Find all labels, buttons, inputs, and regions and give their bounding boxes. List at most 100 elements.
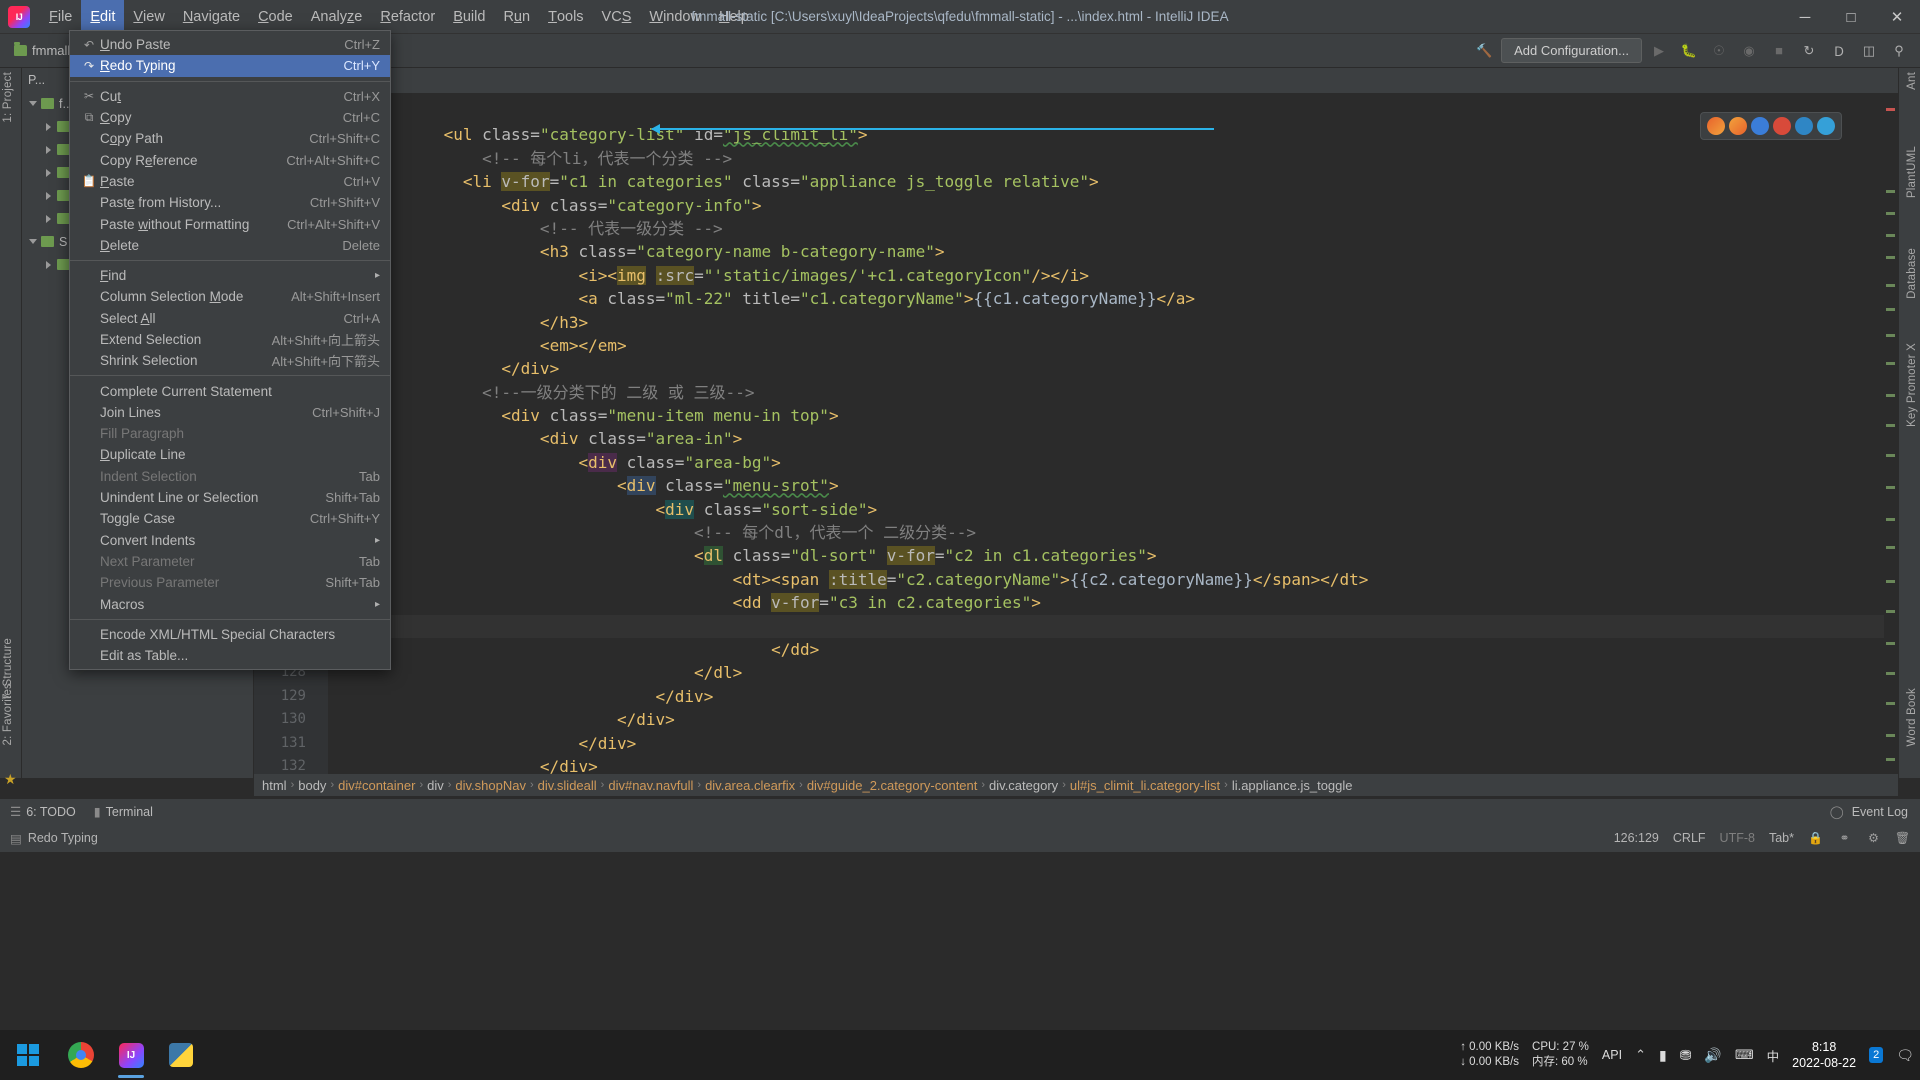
code-line[interactable]: <dd v-for="c3 in c2.categories"> <box>328 591 1884 614</box>
menu-item-find[interactable]: Find ▸ <box>70 265 390 286</box>
close-button[interactable]: ✕ <box>1874 0 1920 34</box>
breadcrumb-item[interactable]: div#container <box>338 778 415 793</box>
layout-icon[interactable]: ◫ <box>1856 38 1882 64</box>
menu-item-paste[interactable]: 📋 Paste Ctrl+V <box>70 171 390 192</box>
code-line[interactable]: </div> <box>328 708 1884 731</box>
inspection-widget-row[interactable] <box>1700 112 1842 140</box>
menu-window[interactable]: Window <box>640 4 710 30</box>
code-line[interactable]: <a class="ml-22" title="c1.categoryName"… <box>328 287 1884 310</box>
menu-item-toggle-case[interactable]: Toggle Case Ctrl+Shift+Y <box>70 508 390 529</box>
menu-item-paste-from-history[interactable]: Paste from History... Ctrl+Shift+V <box>70 192 390 213</box>
code-line[interactable]: <!-- 每个li，代表一个分类 --> <box>328 147 1884 170</box>
menu-item-paste-without-formatting[interactable]: Paste without Formatting Ctrl+Alt+Shift+V <box>70 213 390 234</box>
code-line[interactable]: <h3 class="category-name b-category-name… <box>328 240 1884 263</box>
breadcrumb-item[interactable]: div#guide_2.category-content <box>807 778 978 793</box>
menu-item-cut[interactable]: ✂ Cut Ctrl+X <box>70 86 390 107</box>
firefox-browser-icon[interactable] <box>1729 117 1747 135</box>
network-speed-widget[interactable]: ↑ 0.00 KB/s ↓ 0.00 KB/s <box>1460 1040 1519 1070</box>
code-line[interactable]: <i><img :src="'static/images/'+c1.catego… <box>328 264 1884 287</box>
start-button[interactable] <box>0 1030 56 1080</box>
breadcrumb-item[interactable]: div.slideall <box>538 778 597 793</box>
code-line[interactable]: <div class="area-bg"> <box>328 451 1884 474</box>
ie-browser-icon[interactable] <box>1795 117 1813 135</box>
menu-item-select-all[interactable]: Select All Ctrl+A <box>70 308 390 329</box>
line-separator[interactable]: CRLF <box>1673 831 1706 845</box>
code-line[interactable]: <!--一级分类下的 二级 或 三级--> <box>328 381 1884 404</box>
menu-item-undo-paste[interactable]: ↶ Undo Paste Ctrl+Z <box>70 34 390 55</box>
tool-tab-ant[interactable]: Ant <box>1906 72 1918 90</box>
chevron-right-icon[interactable] <box>44 144 55 155</box>
bookmark-star-icon[interactable]: ★ <box>4 771 17 788</box>
chevron-down-icon[interactable] <box>28 98 39 109</box>
menu-item-shrink-selection[interactable]: Shrink Selection Alt+Shift+向下箭头 <box>70 350 390 371</box>
chevron-right-icon[interactable] <box>44 121 55 132</box>
breadcrumb-item[interactable]: body <box>298 778 326 793</box>
volume-icon[interactable]: 🔊 <box>1704 1047 1721 1064</box>
minimize-button[interactable]: ─ <box>1782 0 1828 34</box>
translate-icon[interactable]: Ｄ <box>1826 38 1852 64</box>
keyboard-icon[interactable]: ⌨ <box>1735 1047 1754 1063</box>
code-line[interactable]: </div> <box>328 357 1884 380</box>
chevron-right-icon[interactable] <box>44 259 55 270</box>
menu-edit[interactable]: Edit <box>81 0 125 34</box>
ime-indicator[interactable]: 中 <box>1767 1046 1780 1065</box>
chevron-down-icon[interactable] <box>28 236 39 247</box>
editor-scrollbar[interactable] <box>1884 94 1898 778</box>
tool-tab-project[interactable]: 1: Project <box>2 72 14 123</box>
breadcrumb-item[interactable]: div.shopNav <box>455 778 526 793</box>
tool-tab-word-book[interactable]: Word Book <box>1906 688 1918 746</box>
action-center-icon[interactable]: 🗨 <box>1896 1047 1914 1064</box>
add-configuration-button[interactable]: Add Configuration... <box>1501 38 1642 63</box>
menu-item-join-lines[interactable]: Join Lines Ctrl+Shift+J <box>70 402 390 423</box>
run-icon[interactable]: ▶ <box>1646 38 1672 64</box>
edit-menu-popup[interactable]: ↶ Undo Paste Ctrl+Z ↷ Redo Typing Ctrl+Y ✂ Cut C… <box>69 30 391 671</box>
search-icon[interactable]: ⚲ <box>1886 38 1912 64</box>
tool-tab-favorites[interactable]: 2: Favorites <box>2 683 14 745</box>
menu-file[interactable]: File <box>40 4 81 30</box>
build-hammer-icon[interactable]: 🔨 <box>1471 38 1497 64</box>
menu-item-extend-selection[interactable]: Extend Selection Alt+Shift+向上箭头 <box>70 329 390 350</box>
menu-tools[interactable]: Tools <box>539 4 592 30</box>
code-line[interactable]: </div> <box>328 685 1884 708</box>
git-update-icon[interactable]: ↻ <box>1796 38 1822 64</box>
cpu-memory-widget[interactable]: CPU: 27 % 内存: 60 % <box>1532 1040 1589 1070</box>
window-controls[interactable]: ─ □ ✕ <box>1782 0 1920 34</box>
breadcrumb-item[interactable]: div#nav.navfull <box>608 778 693 793</box>
code-line[interactable]: <div class="category-info"> <box>328 194 1884 217</box>
code-line[interactable]: <div class="area-in"> <box>328 427 1884 450</box>
stop-icon[interactable]: ■ <box>1766 38 1792 64</box>
notification-badge[interactable]: 2 <box>1869 1047 1884 1063</box>
python-taskbar-icon[interactable] <box>156 1030 206 1080</box>
clock-widget[interactable]: 8:18 2022-08-22 <box>1792 1039 1856 1071</box>
chrome-browser-icon[interactable] <box>1707 117 1725 135</box>
intellij-taskbar-icon[interactable]: IJ <box>106 1030 156 1080</box>
code-line[interactable] <box>328 100 1884 123</box>
event-log-group[interactable]: ◯ Event Log <box>1830 804 1920 820</box>
menu-view[interactable]: View <box>124 4 173 30</box>
breadcrumb-item[interactable]: div.area.clearfix <box>705 778 795 793</box>
chevron-right-icon[interactable] <box>44 167 55 178</box>
tool-tab-terminal[interactable]: ▮ Terminal <box>94 804 153 820</box>
menu-item-column-selection-mode[interactable]: Column Selection Mode Alt+Shift+Insert <box>70 286 390 307</box>
menu-item-delete[interactable]: Delete Delete <box>70 235 390 256</box>
code-line[interactable]: <ul class="category-list" id="js_climit_… <box>328 123 1884 146</box>
code-line[interactable]: </div> <box>328 732 1884 755</box>
code-line[interactable]: <!-- 代表一级分类 --> <box>328 217 1884 240</box>
maximize-button[interactable]: □ <box>1828 0 1874 34</box>
breadcrumb[interactable]: html › body › div#container › div › div.shopNav ›… <box>254 774 1898 796</box>
code-line[interactable]: </dd> <box>328 638 1884 661</box>
inspection-icon[interactable]: ⚙ <box>1866 831 1881 846</box>
menu-item-macros[interactable]: Macros ▸ <box>70 593 390 614</box>
breadcrumb-item[interactable]: html <box>262 778 287 793</box>
breadcrumb-item[interactable]: li.appliance.js_toggle <box>1232 778 1353 793</box>
menu-navigate[interactable]: Navigate <box>174 4 249 30</box>
tool-tab-key-promoter[interactable]: Key Promoter X <box>1906 343 1918 427</box>
menu-item-duplicate-line[interactable]: Duplicate Line <box>70 444 390 465</box>
code-line[interactable]: <dl class="dl-sort" v-for="c2 in c1.cate… <box>328 544 1884 567</box>
api-label[interactable]: API <box>1602 1048 1622 1062</box>
code-line[interactable]: <li v-for="c1 in categories" class="appl… <box>328 170 1884 193</box>
network-icon[interactable]: ⛃ <box>1680 1047 1692 1064</box>
menu-item-complete-current-statement[interactable]: Complete Current Statement <box>70 380 390 401</box>
edge-browser-icon[interactable] <box>1751 117 1769 135</box>
safari-browser-icon[interactable] <box>1817 117 1835 135</box>
